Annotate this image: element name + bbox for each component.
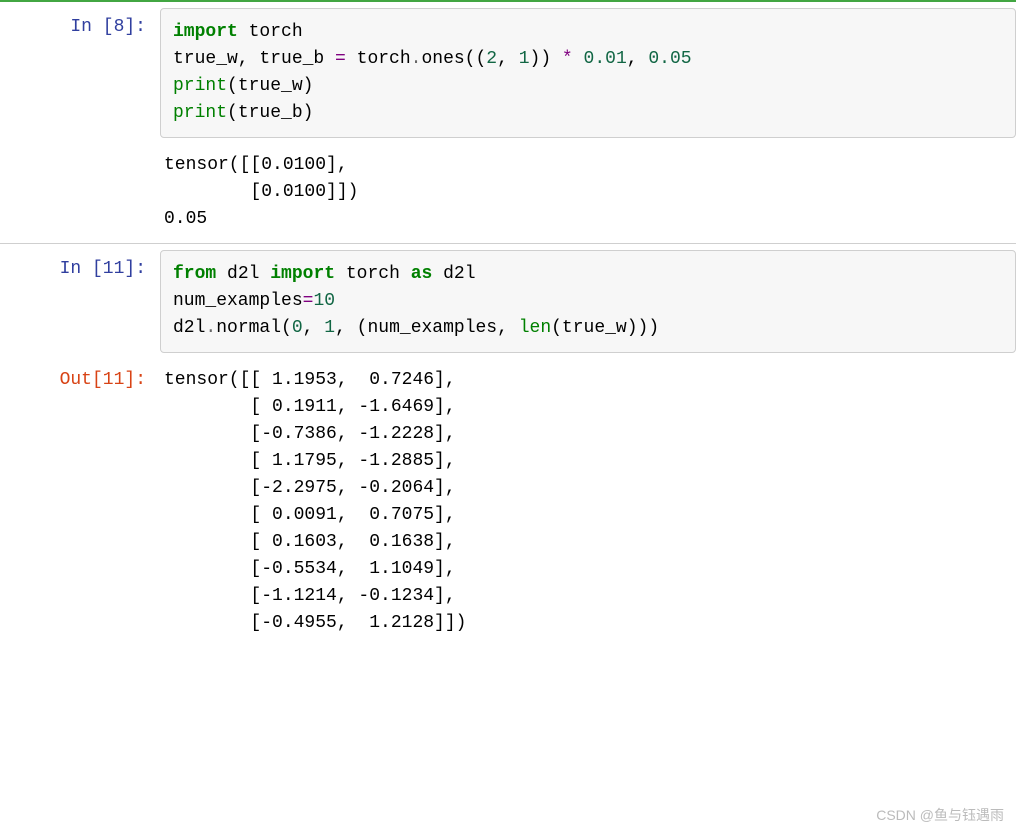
- input-prompt: In [11]:: [0, 244, 160, 359]
- watermark: CSDN @鱼与钰遇雨: [876, 805, 1004, 826]
- cell-body: import torch true_w, true_b = torch.ones…: [160, 2, 1016, 243]
- notebook-cell: In [11]: from d2l import torch as d2l nu…: [0, 243, 1016, 359]
- stdout-output: tensor([[0.0100], [0.0100]]) 0.05: [160, 144, 1016, 243]
- code-input[interactable]: from d2l import torch as d2l num_example…: [160, 250, 1016, 353]
- input-prompt: In [8]:: [0, 2, 160, 243]
- notebook-cell: In [8]: import torch true_w, true_b = to…: [0, 0, 1016, 243]
- output-row: Out[11]: tensor([[ 1.1953, 0.7246], [ 0.…: [0, 359, 1016, 647]
- execute-result: tensor([[ 1.1953, 0.7246], [ 0.1911, -1.…: [160, 359, 1016, 647]
- code-input[interactable]: import torch true_w, true_b = torch.ones…: [160, 8, 1016, 138]
- cell-body: from d2l import torch as d2l num_example…: [160, 244, 1016, 359]
- cell-body: tensor([[ 1.1953, 0.7246], [ 0.1911, -1.…: [160, 359, 1016, 647]
- output-prompt: Out[11]:: [0, 359, 160, 647]
